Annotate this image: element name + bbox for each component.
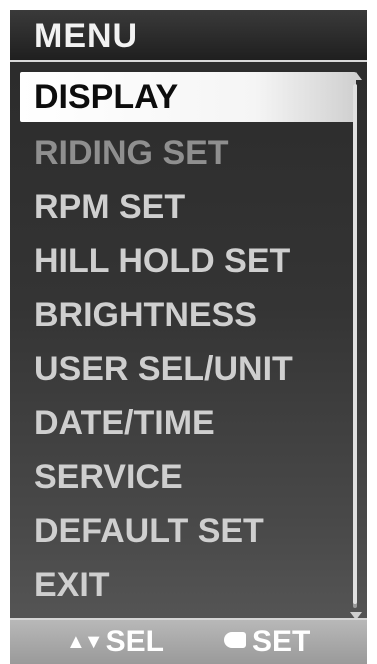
scroll-thumb[interactable] xyxy=(353,84,357,604)
screen: MENU DISPLAY RIDING SET RPM SET HILL HOL… xyxy=(0,0,377,664)
button-icon xyxy=(224,632,246,648)
set-hint: SET xyxy=(224,620,310,664)
sel-label: SEL xyxy=(105,625,164,658)
menu-item-hill-hold-set[interactable]: HILL HOLD SET xyxy=(10,234,350,288)
menu-item-user-sel-unit[interactable]: USER SEL/UNIT xyxy=(10,342,350,396)
menu-item-display[interactable]: DISPLAY xyxy=(20,72,356,122)
menu-item-date-time[interactable]: DATE/TIME xyxy=(10,396,350,450)
menu-item-service[interactable]: SERVICE xyxy=(10,450,350,504)
menu-item-riding-set[interactable]: RIDING SET xyxy=(10,126,350,180)
footer-hint-bar: ▲▼ SEL SET xyxy=(10,618,367,664)
menu-list: DISPLAY RIDING SET RPM SET HILL HOLD SET… xyxy=(10,72,367,612)
up-down-arrows-icon: ▲▼ xyxy=(66,631,104,653)
menu-panel: MENU DISPLAY RIDING SET RPM SET HILL HOL… xyxy=(10,10,367,664)
page-title: MENU xyxy=(34,17,139,55)
menu-item-exit[interactable]: EXIT xyxy=(10,558,350,612)
set-label: SET xyxy=(252,625,311,658)
menu-item-default-set[interactable]: DEFAULT SET xyxy=(10,504,350,558)
scrollbar[interactable] xyxy=(350,72,362,620)
menu-header: MENU xyxy=(10,10,367,62)
sel-hint: ▲▼ SEL xyxy=(66,620,164,664)
scroll-up-arrow-icon xyxy=(350,72,362,80)
menu-item-brightness[interactable]: BRIGHTNESS xyxy=(10,288,350,342)
menu-item-rpm-set[interactable]: RPM SET xyxy=(10,180,350,234)
